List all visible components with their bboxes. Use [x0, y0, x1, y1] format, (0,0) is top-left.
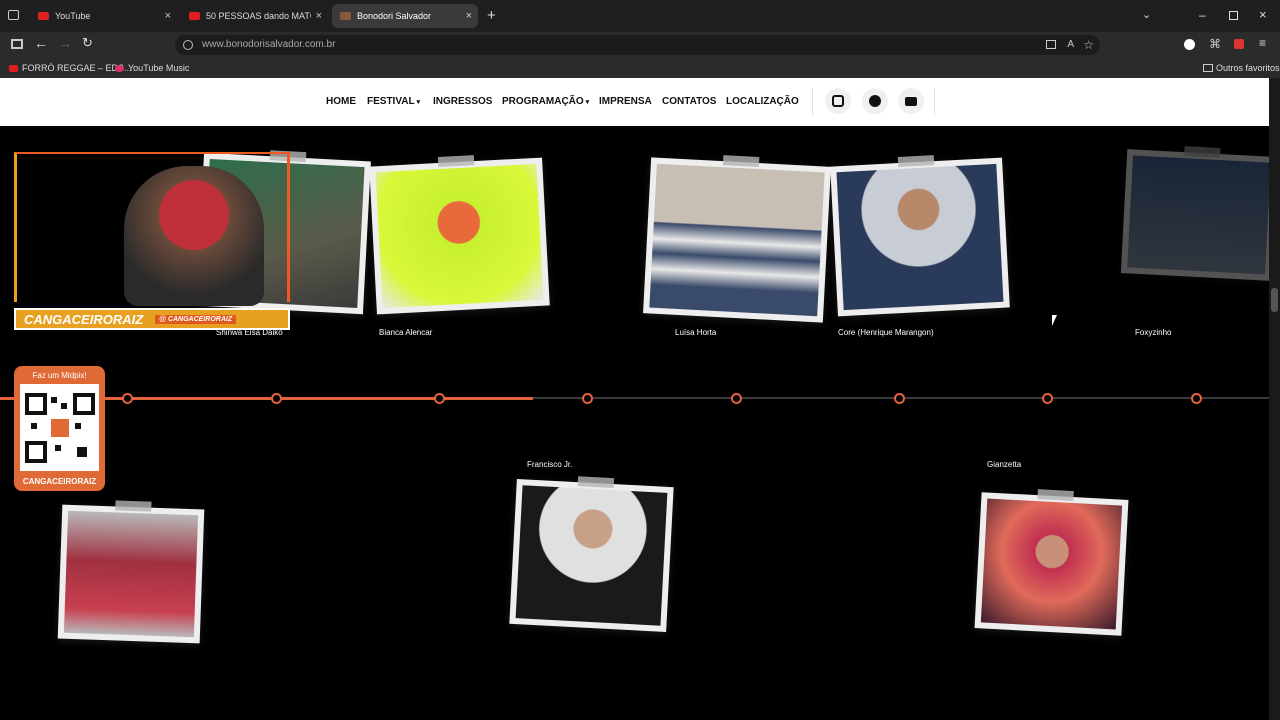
folder-icon [1203, 64, 1213, 72]
bookmark-other-folder[interactable]: Outros favoritos [1203, 63, 1280, 73]
tab-youtube[interactable]: YouTube × [30, 4, 177, 28]
bookmark-forro[interactable]: FORRÓ REGGAE – EDS... [9, 63, 132, 73]
site-info-icon[interactable] [183, 40, 193, 50]
sidebar-icon[interactable] [11, 39, 23, 49]
qr-title: Faz um Midpix! [32, 371, 87, 380]
tape-decoration [437, 155, 474, 168]
tab-bonodori[interactable]: Bonodori Salvador × [332, 4, 478, 28]
url-text: www.bonodorisalvador.com.br [202, 39, 336, 50]
reload-icon[interactable]: ↻ [82, 35, 93, 51]
artist-label-foxyzinho: Foxyzinho [1135, 328, 1172, 337]
puzzle-icon[interactable]: ⌘ [1209, 37, 1221, 51]
page-scrollbar[interactable] [1269, 78, 1280, 720]
artist-photo-luisa[interactable] [643, 155, 831, 323]
mouse-cursor-icon [1052, 315, 1057, 326]
restore-icon[interactable] [1229, 11, 1238, 20]
nav-programacao[interactable]: PROGRAMAÇÃO ▾ [502, 96, 589, 107]
facebook-icon[interactable] [862, 88, 888, 114]
youtube-favicon-icon [189, 12, 200, 20]
timeline-node[interactable] [122, 393, 133, 404]
tape-decoration [1036, 489, 1074, 502]
artist-photo-francisco[interactable] [509, 476, 674, 633]
tape-decoration [577, 476, 614, 489]
timeline-node[interactable] [731, 393, 742, 404]
timeline-node[interactable] [1191, 393, 1202, 404]
timeline-node[interactable] [1042, 393, 1053, 404]
timeline-node[interactable] [271, 393, 282, 404]
minimize-icon[interactable]: – [1199, 8, 1206, 22]
tab-50-pessoas[interactable]: 50 PESSOAS dando MATCH × [181, 4, 328, 28]
nav-home[interactable]: HOME [326, 96, 356, 107]
tape-decoration [115, 500, 152, 512]
close-window-icon[interactable]: × [1259, 7, 1267, 22]
artist-label-bianca: Bianca Alencar [379, 328, 433, 337]
close-tab-icon[interactable]: × [316, 10, 322, 22]
artist-photo-bianca[interactable] [369, 155, 550, 315]
bookmarks-bar: FORRÓ REGGAE – EDS... YouTube Music Outr… [0, 58, 1280, 78]
artist-photo-core[interactable] [830, 155, 1010, 317]
pix-qr-widget[interactable]: Faz um Midpix! CANGACEIRORAIZ [14, 366, 105, 491]
timeline-node[interactable] [582, 393, 593, 404]
streamer-avatar [124, 166, 264, 306]
browser-toolbar: ← → ↻ www.bonodorisalvador.com.br A ☆ ⌘ … [0, 32, 1280, 58]
timeline-node[interactable] [894, 393, 905, 404]
artist-label-core: Core (Henrique Marangon) [838, 328, 934, 337]
artist-label-gianzetta: Gianzetta [987, 460, 1022, 469]
nav-imprensa[interactable]: IMPRENSA [599, 96, 652, 107]
streamer-webcam-overlay: CANGACEIRORAIZ @ CANGACEIRORAIZ [14, 152, 290, 330]
artist-photo-foxyzinho[interactable] [1120, 146, 1278, 281]
profile-icon[interactable] [1234, 39, 1244, 49]
address-bar[interactable]: www.bonodorisalvador.com.br A ☆ [175, 35, 1100, 55]
nav-localizacao[interactable]: LOCALIZAÇÃO [726, 96, 799, 107]
close-tab-icon[interactable]: × [165, 10, 171, 22]
nav-contatos[interactable]: CONTATOS [662, 96, 716, 107]
bookmark-youtube-music[interactable]: YouTube Music [115, 63, 189, 73]
youtube-music-icon [115, 64, 124, 72]
site-favicon-icon [340, 12, 351, 20]
artist-label-francisco: Francisco Jr. [527, 460, 573, 469]
timeline-node[interactable] [434, 393, 445, 404]
tape-decoration [897, 155, 935, 168]
chevron-down-icon[interactable]: ⌄ [1142, 8, 1151, 21]
tape-decoration [1184, 146, 1221, 159]
caret-down-icon: ▾ [583, 99, 590, 106]
forward-icon[interactable]: → [58, 35, 72, 51]
youtube-favicon-icon [38, 12, 49, 20]
nav-ingressos[interactable]: INGRESSOS [433, 96, 492, 107]
new-tab-icon[interactable]: + [487, 7, 496, 24]
back-icon[interactable]: ← [34, 35, 48, 51]
extension-icon[interactable] [1184, 39, 1195, 50]
translate-icon[interactable]: A [1067, 35, 1074, 55]
caret-down-icon: ▾ [414, 99, 421, 106]
stream-name-banner: CANGACEIRORAIZ @ CANGACEIRORAIZ [14, 308, 290, 330]
nav-divider [812, 88, 813, 115]
qr-label: CANGACEIRORAIZ [22, 477, 97, 486]
scroll-thumb[interactable] [1271, 288, 1278, 312]
menu-icon[interactable]: ≡ [1259, 36, 1266, 50]
qr-code-icon [20, 384, 99, 471]
youtube-icon[interactable] [898, 88, 924, 114]
instagram-icon[interactable] [825, 88, 851, 114]
artist-photo-group[interactable] [57, 500, 205, 644]
stream-handle: @ CANGACEIRORAIZ [155, 314, 237, 324]
artist-photo-gianzetta[interactable] [974, 489, 1129, 636]
youtube-favicon-icon [9, 64, 18, 72]
tape-decoration [722, 155, 760, 168]
artist-label-luisa: Luísa Horta [675, 328, 717, 337]
browser-tab-strip: YouTube × 50 PESSOAS dando MATCH × Bonod… [0, 0, 1280, 32]
tab-list-icon[interactable] [8, 10, 19, 20]
bookmark-star-icon[interactable]: ☆ [1083, 35, 1094, 55]
close-tab-icon[interactable]: × [466, 10, 472, 22]
nav-festival[interactable]: FESTIVAL ▾ [367, 96, 420, 107]
nav-divider [934, 88, 935, 115]
install-app-icon[interactable] [1046, 40, 1056, 49]
